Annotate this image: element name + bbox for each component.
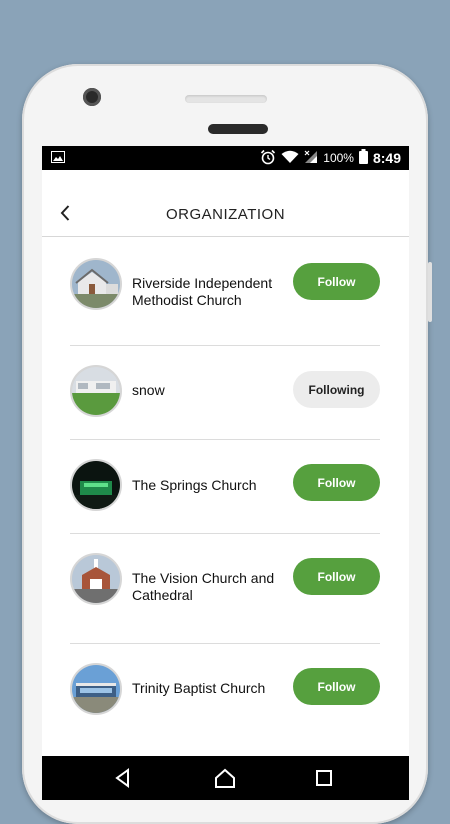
following-button[interactable]: Following	[293, 371, 380, 408]
avatar	[70, 459, 122, 511]
front-camera	[83, 88, 101, 106]
top-speaker-grille	[185, 95, 267, 103]
divider	[70, 345, 380, 346]
divider	[70, 643, 380, 644]
organization-name: Trinity Baptist Church	[132, 680, 266, 696]
screen: 100% 8:49 ORGANIZATION Riverside Indepen…	[42, 146, 409, 800]
organization-name: snow	[132, 382, 165, 398]
status-icons: 100% 8:49	[260, 146, 401, 170]
signal-icon	[304, 150, 318, 167]
battery-icon	[358, 149, 368, 167]
avatar	[70, 365, 122, 417]
home-icon[interactable]	[213, 766, 237, 790]
status-bar: 100% 8:49	[42, 146, 409, 170]
avatar	[70, 553, 122, 605]
earpiece-speaker	[208, 124, 268, 134]
alarm-icon	[260, 149, 276, 168]
organization-name: The Springs Church	[132, 477, 257, 493]
back-triangle-icon[interactable]	[111, 766, 135, 790]
divider	[70, 439, 380, 440]
clock: 8:49	[372, 150, 401, 166]
follow-button[interactable]: Follow	[293, 464, 380, 501]
follow-button[interactable]: Follow	[293, 558, 380, 595]
power-button	[428, 262, 432, 322]
organization-name: Riverside Independent Methodist Church	[132, 275, 273, 308]
organization-name: The Vision Church and Cathedral	[132, 570, 275, 603]
follow-button[interactable]: Follow	[293, 263, 380, 300]
battery-percent: 100%	[323, 151, 354, 165]
image-icon	[51, 151, 65, 166]
recents-icon[interactable]	[312, 766, 336, 790]
follow-button[interactable]: Follow	[293, 668, 380, 705]
wifi-icon	[281, 150, 299, 167]
avatar	[70, 258, 122, 310]
navigation-bar	[42, 756, 409, 800]
divider	[70, 533, 380, 534]
app-bar	[42, 170, 409, 237]
avatar	[70, 663, 122, 715]
page-title: ORGANIZATION	[165, 206, 286, 223]
